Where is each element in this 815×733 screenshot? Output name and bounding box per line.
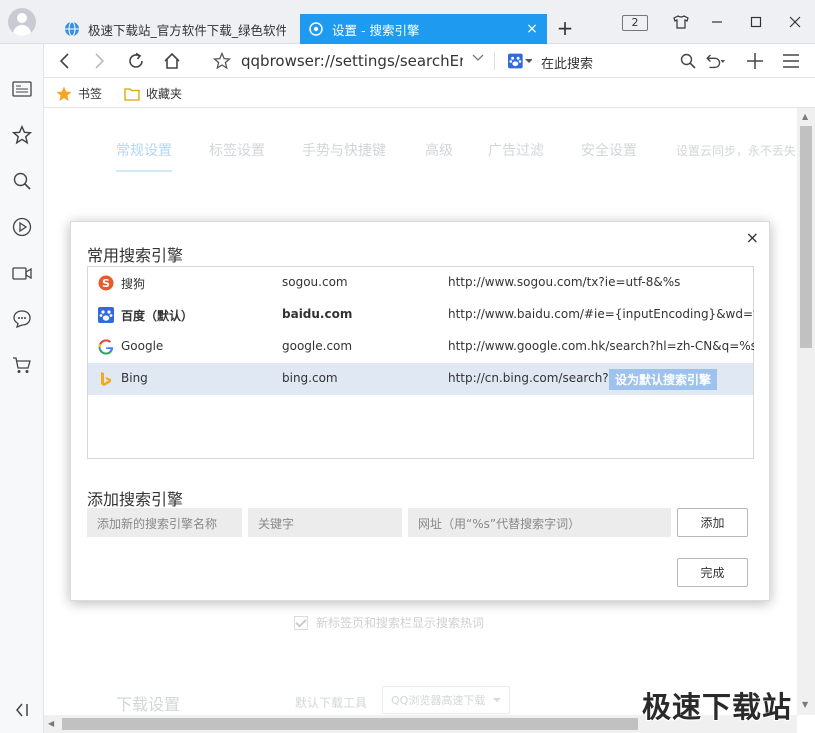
keyword-input[interactable]: 关键字 [248, 508, 402, 537]
tab-jisu-download[interactable]: 极速下载站_官方软件下载_绿色软件下载 [56, 14, 294, 44]
engine-keyword: sogou.com [282, 275, 348, 289]
engine-name: Google [121, 339, 164, 353]
engine-keyword: google.com [282, 339, 353, 353]
dialog-title: 常用搜索引擎 [87, 246, 184, 265]
bing-icon [101, 372, 111, 386]
shopping-cart-icon[interactable] [11, 354, 33, 376]
engine-row-google[interactable]: Google google.com http://www.google.com.… [88, 331, 754, 363]
search-icon[interactable] [11, 170, 33, 192]
sogou-icon: S [98, 275, 114, 291]
scroll-down-arrow-icon[interactable]: ▼ [802, 700, 808, 709]
menu-icon[interactable] [780, 50, 802, 72]
close-window-icon[interactable] [785, 12, 805, 32]
close-tab-icon[interactable]: × [525, 21, 539, 37]
vertical-scrollbar[interactable]: ▲ ▼ [797, 108, 815, 715]
bookmark-bar: 书签 收藏夹 [44, 78, 815, 108]
scroll-up-arrow-icon[interactable]: ▲ [802, 112, 808, 121]
url-input[interactable]: qqbrowser://settings/searchEngi [241, 52, 463, 70]
minimize-icon[interactable] [707, 12, 727, 32]
url-template-input[interactable]: 网址（用“%s”代替搜索字词） [408, 508, 671, 537]
engine-row-baidu[interactable]: 百度（默认） baidu.com http://www.baidu.com/#i… [88, 299, 754, 331]
bookmark-star-icon[interactable] [211, 50, 233, 72]
address-bar: qqbrowser://settings/searchEngi 在此搜索 [44, 44, 815, 78]
settings-gear-icon [309, 22, 323, 36]
refresh-icon[interactable] [125, 50, 147, 72]
close-dialog-icon[interactable]: × [746, 228, 759, 247]
bookmark-label: 书签 [78, 87, 103, 101]
engine-row-bing[interactable]: Bing bing.com http://cn.bing.com/search?… [88, 363, 753, 395]
tab-settings-search[interactable]: 设置 - 搜索引擎 × [300, 14, 547, 44]
divider [494, 52, 495, 70]
engine-url: http://www.google.com.hk/search?hl=zh-CN… [448, 339, 754, 353]
maximize-icon[interactable] [746, 12, 766, 32]
skin-shirt-icon[interactable] [671, 12, 691, 32]
url-dropdown-chevron-icon[interactable] [472, 52, 484, 66]
add-engine-title: 添加搜索引擎 [87, 490, 184, 509]
new-tab-button[interactable]: + [556, 16, 574, 40]
tab-count-badge[interactable]: 2 [622, 15, 648, 31]
globe-icon [65, 21, 79, 37]
tab-title: 设置 - 搜索引擎 [332, 22, 420, 38]
engine-keyword: bing.com [282, 371, 338, 385]
search-engine-dialog: × 常用搜索引擎 S 搜狗 sogou.com http://www.sogou… [70, 221, 770, 601]
done-button[interactable]: 完成 [677, 558, 748, 587]
scroll-left-arrow-icon[interactable]: ◀ [48, 719, 54, 728]
new-engine-name-input[interactable]: 添加新的搜索引擎名称 [87, 508, 242, 537]
bookmark-item-favorites[interactable]: 收藏夹 [124, 85, 182, 102]
collapse-sidebar-icon[interactable] [13, 701, 31, 719]
user-avatar[interactable] [8, 8, 36, 36]
search-input[interactable]: 在此搜索 [541, 53, 593, 72]
set-default-button[interactable]: 设为默认搜索引擎 [609, 369, 718, 390]
engine-keyword: baidu.com [282, 307, 353, 321]
add-icon[interactable] [744, 50, 766, 72]
engine-url: http://cn.bing.com/search?... [448, 371, 621, 385]
engine-url: http://www.baidu.com/#ie={inputEncoding}… [448, 307, 754, 321]
folder-icon [124, 87, 140, 101]
chat-bubble-icon[interactable] [11, 308, 33, 330]
google-icon [98, 339, 114, 355]
watermark-logo: 极速下载站 [642, 690, 793, 724]
engine-name: 百度（默认） [121, 309, 194, 323]
forward-arrow-icon[interactable] [88, 50, 110, 72]
tab-title: 极速下载站_官方软件下载_绿色软件下载 [88, 22, 286, 38]
left-sidebar [0, 44, 44, 733]
camera-icon[interactable] [11, 262, 33, 284]
search-engine-selector[interactable] [508, 52, 532, 70]
engine-url: http://www.sogou.com/tx?ie=utf-8&%s [448, 275, 681, 289]
baidu-icon [98, 307, 114, 323]
search-icon[interactable] [677, 50, 699, 72]
chevron-down-icon [524, 59, 532, 63]
baidu-paw-icon [508, 53, 523, 69]
star-icon [56, 86, 72, 101]
horizontal-scroll-thumb[interactable] [62, 718, 638, 730]
title-bar: 极速下载站_官方软件下载_绿色软件下载 设置 - 搜索引擎 × + 2 [0, 0, 815, 44]
video-play-icon[interactable] [11, 216, 33, 238]
back-arrow-icon[interactable] [54, 50, 76, 72]
vertical-scroll-thumb[interactable] [800, 126, 812, 348]
reader-card-icon[interactable] [11, 78, 33, 100]
undo-close-tab-icon[interactable] [704, 50, 726, 72]
engine-name: 搜狗 [121, 277, 146, 291]
home-icon[interactable] [161, 50, 183, 72]
engine-row-sogou[interactable]: S 搜狗 sogou.com http://www.sogou.com/tx?i… [88, 267, 753, 299]
svg-text:S: S [102, 277, 110, 290]
search-engine-list: S 搜狗 sogou.com http://www.sogou.com/tx?i… [87, 266, 754, 459]
add-button[interactable]: 添加 [677, 508, 748, 537]
engine-name: Bing [121, 371, 148, 385]
favorites-star-icon[interactable] [11, 124, 33, 146]
bookmark-item-bookmarks[interactable]: 书签 [56, 85, 102, 102]
bookmark-label: 收藏夹 [146, 87, 183, 101]
